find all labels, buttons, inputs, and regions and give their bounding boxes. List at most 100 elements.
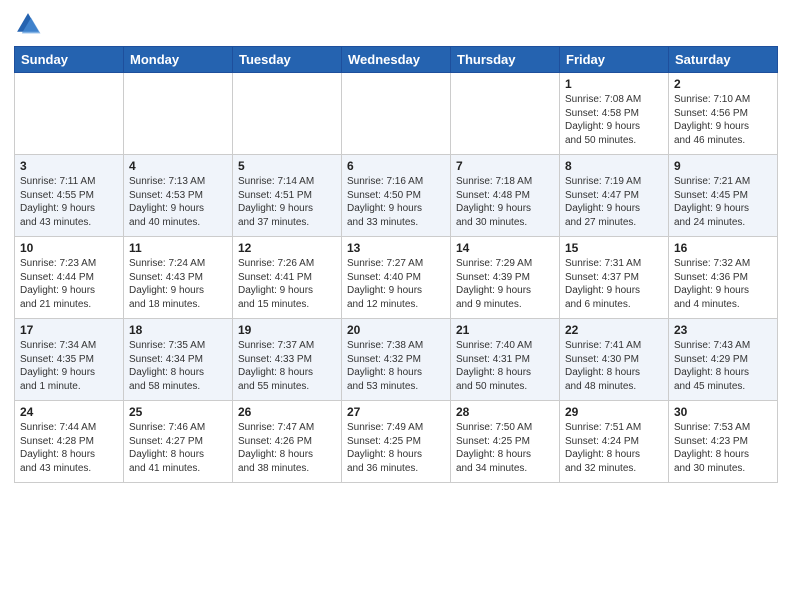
day-info: Sunrise: 7:37 AM Sunset: 4:33 PM Dayligh… — [238, 339, 336, 393]
day-info: Sunrise: 7:38 AM Sunset: 4:32 PM Dayligh… — [347, 339, 445, 393]
day-info: Sunrise: 7:40 AM Sunset: 4:31 PM Dayligh… — [456, 339, 554, 393]
weekday-header-saturday: Saturday — [669, 47, 778, 73]
day-info: Sunrise: 7:19 AM Sunset: 4:47 PM Dayligh… — [565, 175, 663, 229]
calendar-cell: 7Sunrise: 7:18 AM Sunset: 4:48 PM Daylig… — [451, 155, 560, 237]
calendar-cell: 24 Sunrise: 7:44 AM Sunset: 4:28 PM Dayli… — [15, 401, 124, 483]
day-number: 3 — [20, 159, 118, 173]
calendar-cell: 15 Sunrise: 7:31 AM Sunset: 4:37 PM Dayli… — [560, 237, 669, 319]
day-number: 17 — [20, 323, 118, 337]
weekday-header-friday: Friday — [560, 47, 669, 73]
weekday-header-thursday: Thursday — [451, 47, 560, 73]
calendar-cell: 21 Sunrise: 7:40 AM Sunset: 4:31 PM Dayli… — [451, 319, 560, 401]
day-number: 15 — [565, 241, 663, 255]
calendar-table: SundayMondayTuesdayWednesdayThursdayFrid… — [14, 46, 778, 483]
calendar-cell: 2 Sunrise: 7:10 AM Sunset: 4:56 PM Daylig… — [669, 73, 778, 155]
calendar-cell: 1 Sunrise: 7:08 AM Sunset: 4:58 PM Daylig… — [560, 73, 669, 155]
day-number: 27 — [347, 405, 445, 419]
day-info: Sunrise: 7:10 AM Sunset: 4:56 PM Dayligh… — [674, 93, 772, 147]
calendar-cell: 22 Sunrise: 7:41 AM Sunset: 4:30 PM Dayli… — [560, 319, 669, 401]
day-info: Sunrise: 7:14 AM Sunset: 4:51 PM Dayligh… — [238, 175, 336, 229]
day-number: 26 — [238, 405, 336, 419]
day-number: 30 — [674, 405, 772, 419]
day-number: 8 — [565, 159, 663, 173]
day-number: 16 — [674, 241, 772, 255]
day-info: Sunrise: 7:35 AM Sunset: 4:34 PM Dayligh… — [129, 339, 227, 393]
weekday-header-tuesday: Tuesday — [233, 47, 342, 73]
calendar-week-4: 17Sunrise: 7:34 AM Sunset: 4:35 PM Dayli… — [15, 319, 778, 401]
calendar-cell: 14 Sunrise: 7:29 AM Sunset: 4:39 PM Dayli… — [451, 237, 560, 319]
day-info: Sunrise: 7:08 AM Sunset: 4:58 PM Dayligh… — [565, 93, 663, 147]
day-info: Sunrise: 7:51 AM Sunset: 4:24 PM Dayligh… — [565, 421, 663, 475]
calendar-cell: 8 Sunrise: 7:19 AM Sunset: 4:47 PM Daylig… — [560, 155, 669, 237]
day-number: 24 — [20, 405, 118, 419]
day-number: 11 — [129, 241, 227, 255]
calendar-header-row: SundayMondayTuesdayWednesdayThursdayFrid… — [15, 47, 778, 73]
logo — [14, 10, 46, 38]
day-info: Sunrise: 7:23 AM Sunset: 4:44 PM Dayligh… — [20, 257, 118, 311]
calendar-cell: 12 Sunrise: 7:26 AM Sunset: 4:41 PM Dayli… — [233, 237, 342, 319]
day-info: Sunrise: 7:31 AM Sunset: 4:37 PM Dayligh… — [565, 257, 663, 311]
calendar-cell — [233, 73, 342, 155]
calendar-cell: 29Sunrise: 7:51 AM Sunset: 4:24 PM Dayli… — [560, 401, 669, 483]
day-number: 23 — [674, 323, 772, 337]
calendar-cell: 19 Sunrise: 7:37 AM Sunset: 4:33 PM Dayli… — [233, 319, 342, 401]
day-number: 19 — [238, 323, 336, 337]
day-number: 14 — [456, 241, 554, 255]
weekday-header-wednesday: Wednesday — [342, 47, 451, 73]
day-number: 5 — [238, 159, 336, 173]
calendar-cell: 4 Sunrise: 7:13 AM Sunset: 4:53 PM Daylig… — [124, 155, 233, 237]
logo-icon — [14, 10, 42, 38]
day-number: 9 — [674, 159, 772, 173]
day-number: 21 — [456, 323, 554, 337]
calendar-cell: 10 Sunrise: 7:23 AM Sunset: 4:44 PM Dayli… — [15, 237, 124, 319]
calendar-cell: 26Sunrise: 7:47 AM Sunset: 4:26 PM Dayli… — [233, 401, 342, 483]
calendar-cell: 16 Sunrise: 7:32 AM Sunset: 4:36 PM Dayli… — [669, 237, 778, 319]
calendar-cell: 23Sunrise: 7:43 AM Sunset: 4:29 PM Dayli… — [669, 319, 778, 401]
day-number: 13 — [347, 241, 445, 255]
day-number: 22 — [565, 323, 663, 337]
day-number: 10 — [20, 241, 118, 255]
day-number: 12 — [238, 241, 336, 255]
day-info: Sunrise: 7:24 AM Sunset: 4:43 PM Dayligh… — [129, 257, 227, 311]
day-info: Sunrise: 7:29 AM Sunset: 4:39 PM Dayligh… — [456, 257, 554, 311]
day-number: 6 — [347, 159, 445, 173]
calendar-cell: 18 Sunrise: 7:35 AM Sunset: 4:34 PM Dayli… — [124, 319, 233, 401]
calendar-week-2: 3 Sunrise: 7:11 AM Sunset: 4:55 PM Daylig… — [15, 155, 778, 237]
day-number: 4 — [129, 159, 227, 173]
day-info: Sunrise: 7:32 AM Sunset: 4:36 PM Dayligh… — [674, 257, 772, 311]
day-number: 20 — [347, 323, 445, 337]
calendar-cell: 28Sunrise: 7:50 AM Sunset: 4:25 PM Dayli… — [451, 401, 560, 483]
calendar-cell: 17Sunrise: 7:34 AM Sunset: 4:35 PM Dayli… — [15, 319, 124, 401]
calendar-cell: 13 Sunrise: 7:27 AM Sunset: 4:40 PM Dayli… — [342, 237, 451, 319]
day-number: 7 — [456, 159, 554, 173]
day-info: Sunrise: 7:44 AM Sunset: 4:28 PM Dayligh… — [20, 421, 118, 475]
day-info: Sunrise: 7:46 AM Sunset: 4:27 PM Dayligh… — [129, 421, 227, 475]
day-number: 2 — [674, 77, 772, 91]
calendar-week-1: 1 Sunrise: 7:08 AM Sunset: 4:58 PM Daylig… — [15, 73, 778, 155]
day-info: Sunrise: 7:27 AM Sunset: 4:40 PM Dayligh… — [347, 257, 445, 311]
day-info: Sunrise: 7:26 AM Sunset: 4:41 PM Dayligh… — [238, 257, 336, 311]
day-info: Sunrise: 7:49 AM Sunset: 4:25 PM Dayligh… — [347, 421, 445, 475]
day-info: Sunrise: 7:21 AM Sunset: 4:45 PM Dayligh… — [674, 175, 772, 229]
day-number: 25 — [129, 405, 227, 419]
page-header — [14, 10, 778, 38]
calendar-week-5: 24 Sunrise: 7:44 AM Sunset: 4:28 PM Dayli… — [15, 401, 778, 483]
calendar-cell — [342, 73, 451, 155]
calendar-cell — [15, 73, 124, 155]
calendar-cell: 30Sunrise: 7:53 AM Sunset: 4:23 PM Dayli… — [669, 401, 778, 483]
calendar-cell — [451, 73, 560, 155]
calendar-cell: 5 Sunrise: 7:14 AM Sunset: 4:51 PM Daylig… — [233, 155, 342, 237]
day-info: Sunrise: 7:11 AM Sunset: 4:55 PM Dayligh… — [20, 175, 118, 229]
weekday-header-monday: Monday — [124, 47, 233, 73]
calendar-cell: 20 Sunrise: 7:38 AM Sunset: 4:32 PM Dayli… — [342, 319, 451, 401]
calendar-week-3: 10 Sunrise: 7:23 AM Sunset: 4:44 PM Dayli… — [15, 237, 778, 319]
day-info: Sunrise: 7:41 AM Sunset: 4:30 PM Dayligh… — [565, 339, 663, 393]
day-info: Sunrise: 7:16 AM Sunset: 4:50 PM Dayligh… — [347, 175, 445, 229]
day-number: 1 — [565, 77, 663, 91]
calendar-cell: 25 Sunrise: 7:46 AM Sunset: 4:27 PM Dayli… — [124, 401, 233, 483]
day-info: Sunrise: 7:13 AM Sunset: 4:53 PM Dayligh… — [129, 175, 227, 229]
calendar-cell: 27 Sunrise: 7:49 AM Sunset: 4:25 PM Dayli… — [342, 401, 451, 483]
calendar-cell: 3 Sunrise: 7:11 AM Sunset: 4:55 PM Daylig… — [15, 155, 124, 237]
day-number: 18 — [129, 323, 227, 337]
day-number: 28 — [456, 405, 554, 419]
